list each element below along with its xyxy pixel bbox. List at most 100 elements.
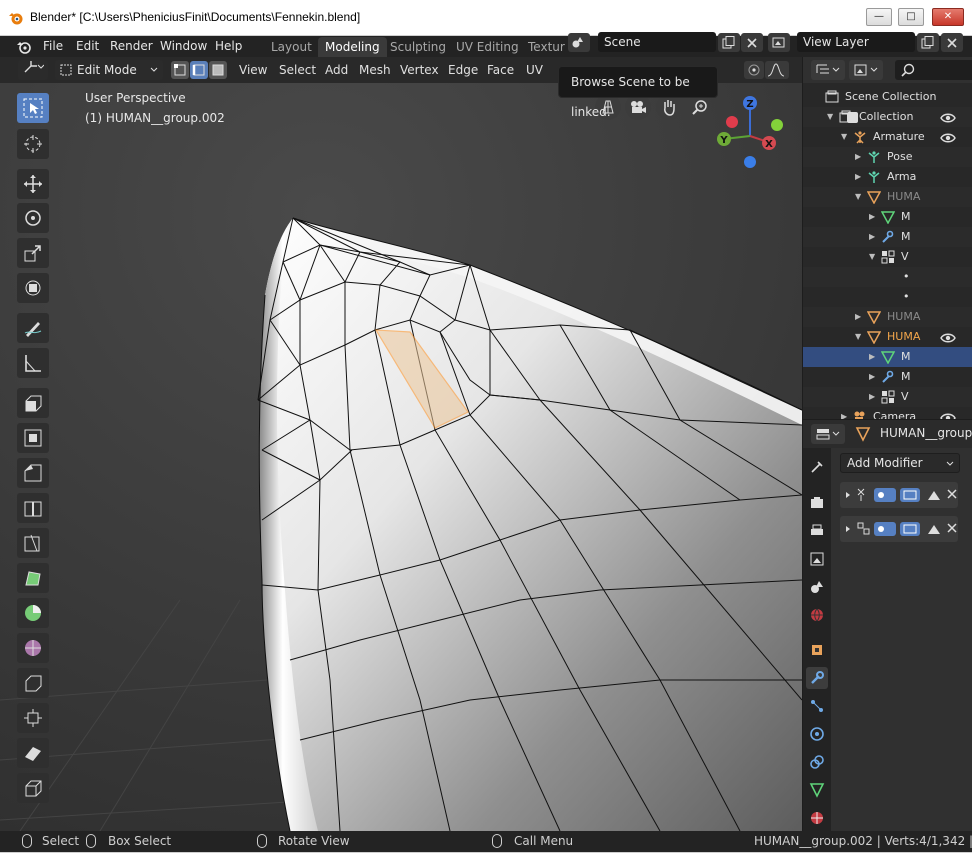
outliner-row[interactable]: ▶ M [803,227,972,247]
gizmo-neg-z[interactable] [744,156,756,168]
gizmo-neg-x[interactable] [726,116,738,128]
menu-file[interactable]: File [43,38,63,55]
tab-texture-paint[interactable]: Textur [521,37,572,57]
menu-vertex[interactable]: Vertex [400,61,439,79]
mesh-render[interactable] [0,57,802,831]
expand-arrow-icon[interactable]: ▶ [855,167,861,187]
tool-shrink-fatten[interactable] [17,703,49,733]
tool-move[interactable] [17,169,49,199]
tab-output[interactable] [806,520,828,542]
menu-mesh[interactable]: Mesh [359,61,391,79]
edge-select-button[interactable] [190,61,208,79]
expand-arrow-icon[interactable]: ▶ [855,147,861,167]
falloff-dropdown[interactable] [765,61,789,79]
visibility-eye-icon[interactable] [940,411,956,419]
expand-arrow-icon[interactable]: ▼ [827,107,833,127]
face-select-button[interactable] [209,61,227,79]
tab-uv-editing[interactable]: UV Editing [449,37,526,57]
expand-arrow-icon[interactable]: ▶ [869,387,875,407]
new-view-layer-button[interactable] [917,33,939,52]
tab-data[interactable] [806,779,828,801]
menu-uv[interactable]: UV [526,61,543,79]
navigation-gizmo[interactable]: Z Y X [712,91,792,171]
properties-editor-type[interactable] [811,424,845,444]
tool-knife[interactable] [17,528,49,558]
menu-select[interactable]: Select [279,61,316,79]
tool-annotate[interactable] [17,313,49,343]
outliner-row[interactable]: ▼ HUMA [803,327,972,347]
outliner-row[interactable]: ▶ V [803,387,972,407]
outliner-row[interactable]: ▼ HUMA [803,187,972,207]
tool-shear[interactable] [17,738,49,768]
outliner-row[interactable]: ▼ V [803,247,972,267]
expand-arrow-icon[interactable]: ▶ [869,367,875,387]
tab-view-layer[interactable] [806,548,828,570]
visibility-eye-icon[interactable] [940,131,956,147]
expand-arrow-icon[interactable]: ▶ [869,207,875,227]
tab-render[interactable] [806,492,828,514]
menu-render[interactable]: Render [110,38,153,55]
tab-tool[interactable] [806,456,828,478]
outliner-row[interactable]: ▼ Collection [803,107,972,127]
maximize-button[interactable]: □ [898,8,924,26]
3d-viewport[interactable]: Edit Mode View Select Add Mesh Vertex Ed… [0,57,802,831]
expand-arrow-icon[interactable]: ▶ [869,347,875,367]
tool-inset[interactable] [17,423,49,453]
tool-loop-cut[interactable] [17,493,49,523]
armature-modifier-panel[interactable] [840,482,958,508]
tab-modifiers[interactable] [806,667,828,689]
tab-physics[interactable] [806,723,828,745]
tab-object[interactable] [806,639,828,661]
outliner-search-input[interactable] [895,60,972,80]
tab-material[interactable] [806,807,828,829]
tool-edge-slide[interactable] [17,668,49,698]
menu-face[interactable]: Face [487,61,514,79]
expand-arrow-icon[interactable]: ▼ [855,327,861,347]
tab-particles[interactable] [806,695,828,717]
editor-type-dropdown[interactable] [18,60,48,80]
scene-name-field[interactable]: Scene [598,32,716,52]
new-scene-button[interactable] [718,33,740,52]
tool-smooth[interactable] [17,633,49,663]
tool-measure[interactable] [17,348,49,378]
delete-scene-button[interactable] [741,33,763,52]
visibility-eye-icon[interactable] [940,331,956,347]
scene-browse-button[interactable] [568,33,590,52]
outliner-row[interactable]: ▶ M [803,347,972,367]
delete-view-layer-button[interactable] [941,33,963,52]
menu-window[interactable]: Window [160,38,207,55]
vertex-select-button[interactable] [171,61,189,79]
tool-spin[interactable] [17,598,49,628]
close-button[interactable]: ✕ [932,8,964,26]
second-modifier-panel[interactable] [840,516,958,542]
outliner-row[interactable]: ▶ Camera [803,407,972,419]
outliner-row[interactable]: • [803,267,972,287]
tool-bevel[interactable] [17,458,49,488]
tab-sculpting[interactable]: Sculpting [383,37,453,57]
menu-edit[interactable]: Edit [76,38,99,55]
outliner-row[interactable]: ▶ M [803,367,972,387]
tool-scale[interactable] [17,238,49,268]
expand-arrow-icon[interactable]: ▼ [855,187,861,207]
outliner-row[interactable]: Scene Collection [803,87,972,107]
menu-view[interactable]: View [239,61,267,79]
gizmo-neg-y[interactable] [771,119,783,131]
outliner-row[interactable]: • [803,287,972,307]
tool-poly-build[interactable] [17,563,49,593]
tool-select-box[interactable] [17,93,49,123]
expand-arrow-icon[interactable]: ▶ [841,407,847,419]
tool-rip-region[interactable] [17,773,49,803]
outliner-row[interactable]: ▶ HUMA [803,307,972,327]
tab-scene[interactable] [806,576,828,598]
tab-constraints[interactable] [806,751,828,773]
proportional-edit-button[interactable] [744,61,764,79]
minimize-button[interactable]: — [866,8,892,26]
view-layer-browse-button[interactable] [768,33,790,52]
outliner-row[interactable]: ▶ Pose [803,147,972,167]
outliner-editor-type[interactable] [811,60,845,80]
expand-arrow-icon[interactable]: ▶ [855,307,861,327]
menu-add[interactable]: Add [325,61,348,79]
tool-cursor[interactable] [17,129,49,159]
tab-modeling[interactable]: Modeling [318,37,387,57]
outliner-row[interactable]: ▼ Armature [803,127,972,147]
